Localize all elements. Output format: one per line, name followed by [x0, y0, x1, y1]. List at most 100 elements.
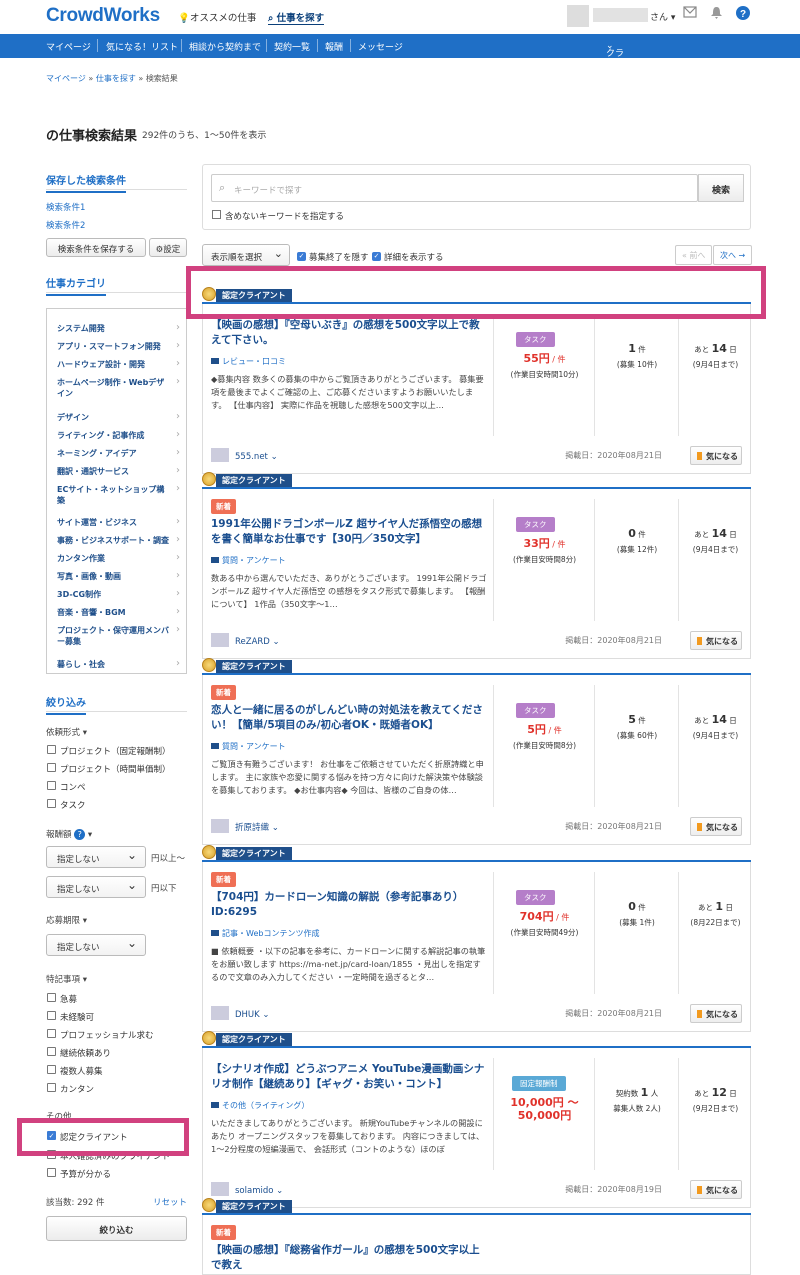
budget-checkbox[interactable] [47, 1168, 56, 1177]
reward-min-select[interactable]: 指定しない [46, 846, 146, 868]
client-link[interactable]: 555.net ⌄ [211, 448, 278, 462]
deadline-label[interactable]: 応募期限 ▾ [46, 914, 87, 926]
client-link[interactable]: solamido ⌄ [211, 1182, 283, 1196]
saved-search-2[interactable]: 検索条件2 [46, 219, 85, 231]
category-item[interactable]: 3D-CG制作 [57, 589, 169, 600]
verified-client-tag: 認定クライアント [202, 656, 751, 676]
job-card[interactable]: 新着 【704円】カードローン知識の解説（参考記事あり）ID:6295 記事・Web… [202, 862, 751, 1032]
type-compe-checkbox[interactable] [47, 781, 56, 790]
nav-rewards[interactable]: 報酬 [325, 40, 343, 53]
nav-consult[interactable]: 相談から契約まで [189, 40, 261, 53]
category-item[interactable]: アプリ・スマートフォン開発 [57, 341, 169, 352]
medal-icon [202, 658, 216, 672]
job-title[interactable]: 【シナリオ作成】どうぶつアニメ YouTube漫画動画シナリオ制作【継続あり】【… [211, 1062, 487, 1092]
job-category[interactable]: レビュー・口コミ [211, 356, 286, 367]
recommended-link[interactable]: 💡オススメの仕事 [178, 10, 256, 24]
client-link[interactable]: ReZARD ⌄ [211, 633, 280, 647]
logo[interactable]: CrowdWorks [46, 5, 160, 27]
deadline-date: (9月4日まで) [692, 545, 739, 554]
user-menu[interactable]: さん ▾ [650, 10, 675, 23]
category-item[interactable]: ECサイト・ネットショップ構築 [57, 484, 169, 506]
mail-icon[interactable] [683, 6, 697, 18]
reward-label[interactable]: 報酬額 ? ▾ [46, 828, 92, 840]
special-easy-checkbox[interactable] [47, 1083, 56, 1092]
save-search-button[interactable]: 検索条件を保存する [46, 238, 146, 257]
reward-max-select[interactable]: 指定しない [46, 876, 146, 898]
job-category[interactable]: 記事・Webコンテンツ作成 [211, 928, 319, 939]
exclude-checkbox[interactable] [212, 210, 221, 219]
show-detail-checkbox[interactable]: ✓ [372, 252, 381, 261]
verified-client-label: 認定クライアント [216, 1033, 292, 1046]
help-icon[interactable]: ? [74, 829, 86, 840]
category-item[interactable]: ハードウェア設計・開発 [57, 359, 169, 370]
favorite-button[interactable]: 気になる [690, 446, 742, 465]
job-title[interactable]: 【映画の感想】『空母いぶき』の感想を500文字以上で教えて下さい。 [211, 318, 487, 348]
search-box: ⌕ キーワードで探す 検索 含めないキーワードを指定する [202, 164, 751, 230]
prev-page-button[interactable]: « 前へ [675, 245, 713, 265]
special-beginner-checkbox[interactable] [47, 1011, 56, 1020]
category-item[interactable]: プロジェクト・保守運用メンバー募集 [57, 625, 169, 647]
category-item[interactable]: 翻訳・通訳サービス [57, 466, 169, 477]
special-continuous-checkbox[interactable] [47, 1047, 56, 1056]
category-item[interactable]: 音楽・音響・BGM [57, 607, 169, 618]
job-card[interactable]: 新着 恋人と一緒に居るのがしんどい時の対処法を教えてください！【簡単/5項目のみ/… [202, 675, 751, 845]
favorite-button[interactable]: 気になる [690, 1004, 742, 1023]
job-category[interactable]: 質問・アンケート [211, 741, 286, 752]
favorite-button[interactable]: 気になる [690, 817, 742, 836]
job-category[interactable]: 質問・アンケート [211, 555, 286, 566]
role-menu[interactable]: クラウドワーカー（受注者）メニュー ⌄ [606, 40, 624, 162]
find-jobs-link[interactable]: ⌕ 仕事を探す [268, 10, 325, 25]
category-item[interactable]: カンタン作業 [57, 553, 169, 564]
job-card[interactable]: 新着 【映画の感想】『総務省作ガール』の感想を500文字以上で教え [202, 1215, 751, 1275]
job-title[interactable]: 恋人と一緒に居るのがしんどい時の対処法を教えてください！【簡単/5項目のみ/初心… [211, 703, 487, 733]
breadcrumb-mypage[interactable]: マイページ [46, 74, 86, 83]
highlight-box-verified-tag [186, 266, 766, 319]
job-title[interactable]: 1991年公開ドラゴンボールZ 超サイヤ人だ孫悟空の感想を書く簡単なお仕事です【… [211, 517, 487, 547]
category-item[interactable]: サイト運営・ビジネス [57, 517, 169, 528]
category-item[interactable]: デザイン [57, 412, 169, 423]
job-card[interactable]: 新着 1991年公開ドラゴンボールZ 超サイヤ人だ孫悟空の感想を書く簡単なお仕事で… [202, 489, 751, 659]
special-multiple-checkbox[interactable] [47, 1065, 56, 1074]
type-label[interactable]: 依頼形式 ▾ [46, 726, 87, 738]
category-item[interactable]: 事務・ビジネスサポート・調査 [57, 535, 169, 546]
category-item[interactable]: システム開発 [57, 323, 169, 334]
type-fixed-checkbox[interactable] [47, 745, 56, 754]
category-item[interactable]: ライティング・記事作成 [57, 430, 169, 441]
type-hourly-checkbox[interactable] [47, 763, 56, 772]
saved-search-1[interactable]: 検索条件1 [46, 201, 85, 213]
job-title[interactable]: 【704円】カードローン知識の解説（参考記事あり）ID:6295 [211, 890, 487, 920]
avatar[interactable] [567, 5, 589, 27]
category-item[interactable]: ホームページ制作・Webデザイン [57, 377, 169, 399]
help-icon[interactable]: ? [736, 6, 750, 20]
client-link[interactable]: 折原詩織 ⌄ [211, 819, 279, 833]
search-button[interactable]: 検索 [698, 174, 744, 202]
type-task-checkbox[interactable] [47, 799, 56, 808]
job-category[interactable]: その他（ライティング） [211, 1100, 309, 1111]
apply-filter-button[interactable]: 絞り込む [46, 1216, 187, 1241]
bell-icon[interactable] [710, 6, 723, 20]
sort-select[interactable]: 表示順を選択 ⌄ [202, 244, 290, 266]
settings-button[interactable]: ⚙設定 [149, 238, 187, 257]
job-card[interactable]: 【映画の感想】『空母いぶき』の感想を500文字以上で教えて下さい。レビュー・口コ… [202, 304, 751, 474]
breadcrumb-find[interactable]: 仕事を探す [96, 74, 136, 83]
client-link[interactable]: DHUK ⌄ [211, 1006, 270, 1020]
nav-contracts[interactable]: 契約一覧 [274, 40, 310, 53]
nav-messages[interactable]: メッセージ [358, 40, 403, 53]
hide-closed-checkbox[interactable]: ✓ [297, 252, 306, 261]
category-item[interactable]: ネーミング・アイデア [57, 448, 169, 459]
search-input[interactable]: ⌕ キーワードで探す [211, 174, 698, 202]
nav-favorites[interactable]: 気になる！リスト [106, 40, 178, 53]
special-pro-checkbox[interactable] [47, 1029, 56, 1038]
favorite-button[interactable]: 気になる [690, 631, 742, 650]
deadline-select[interactable]: 指定しない [46, 934, 146, 956]
special-label[interactable]: 特記事項 ▾ [46, 973, 87, 985]
job-title[interactable]: 【映画の感想】『総務省作ガール』の感想を500文字以上で教え [211, 1243, 487, 1273]
category-item[interactable]: 暮らし・社会 [57, 659, 169, 670]
next-page-button[interactable]: 次へ → [713, 245, 753, 265]
verified-client-label: 認定クライアント [216, 1200, 292, 1213]
special-urgent-checkbox[interactable] [47, 993, 56, 1002]
job-card[interactable]: 【シナリオ作成】どうぶつアニメ YouTube漫画動画シナリオ制作【継続あり】【… [202, 1048, 751, 1208]
category-item[interactable]: 写真・画像・動画 [57, 571, 169, 582]
reset-link[interactable]: リセット [153, 1196, 187, 1208]
nav-mypage[interactable]: マイページ [46, 40, 91, 53]
